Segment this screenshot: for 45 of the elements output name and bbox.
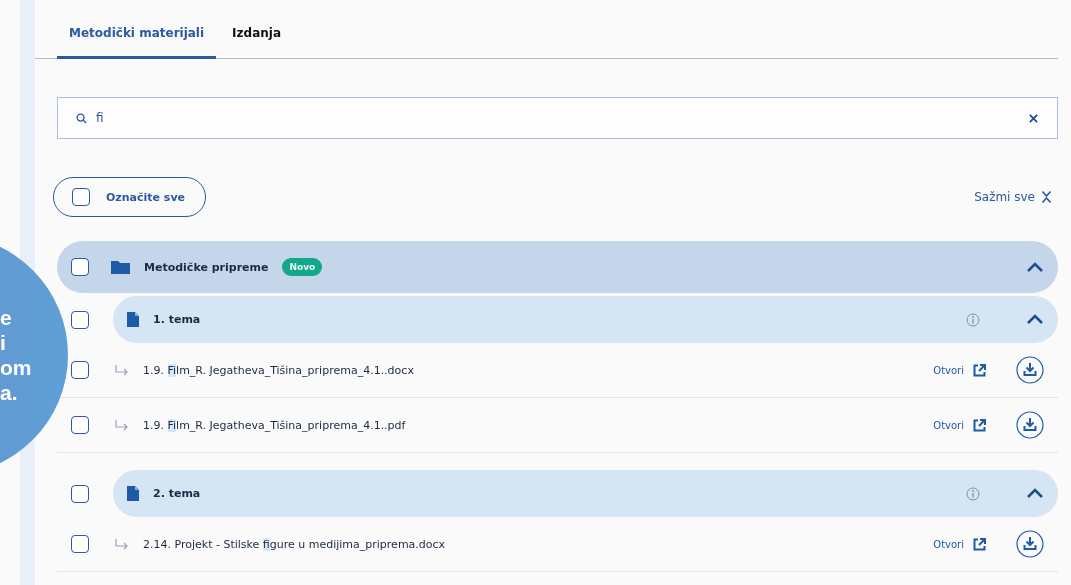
subitem-arrow-icon	[115, 419, 129, 431]
chevron-up-icon[interactable]	[1026, 314, 1044, 325]
tab[interactable]: Metodički materijali	[57, 10, 217, 59]
file-name: 1.9. Film_R. Jegatheva_Tišina_priprema_4.1..docx	[143, 363, 414, 377]
open-link[interactable]: Otvori	[927, 362, 992, 378]
open-link[interactable]: Otvori	[927, 536, 992, 552]
external-link-icon	[973, 418, 986, 432]
search-field[interactable]: fi	[57, 97, 1058, 139]
open-link[interactable]: Otvori	[927, 417, 992, 433]
checkbox[interactable]	[72, 188, 90, 206]
file-name: 2.14. Projekt - Stilske figure u medijima_priprema.docx	[143, 537, 446, 551]
collapse-all-button[interactable]: Sažmi sve	[968, 189, 1058, 205]
download-icon[interactable]	[1016, 530, 1044, 558]
topic-row[interactable]: 1. tema	[113, 296, 1058, 343]
subitem-arrow-icon	[115, 364, 129, 376]
checkbox[interactable]	[71, 484, 89, 503]
folder-icon	[111, 260, 130, 274]
checkbox[interactable]	[71, 361, 89, 379]
checkbox[interactable]	[71, 310, 89, 329]
checkbox[interactable]	[71, 258, 89, 276]
callout-text: a.	[0, 380, 18, 405]
topic-row[interactable]: 2. tema	[113, 470, 1058, 517]
topic-title: 2. tema	[153, 487, 201, 500]
download-icon[interactable]	[1016, 356, 1044, 384]
document-icon	[127, 486, 139, 501]
external-link-icon	[973, 363, 986, 377]
external-link-icon	[973, 537, 986, 551]
file-name: 1.9. Film_R. Jegatheva_Tišina_priprema_4.1..pdf	[143, 418, 406, 432]
folder-row[interactable]: Metodičke pripreme Novo	[57, 241, 1058, 293]
folder-title: Metodičke pripreme	[144, 260, 269, 274]
chevron-up-icon[interactable]	[1026, 488, 1044, 499]
checkbox[interactable]	[71, 416, 89, 434]
new-badge: Novo	[282, 258, 323, 276]
download-icon[interactable]	[1016, 411, 1044, 439]
callout-text: e	[0, 305, 12, 330]
tab[interactable]: Izdanja	[220, 10, 293, 59]
clear-icon[interactable]	[1029, 114, 1038, 123]
document-icon	[127, 312, 139, 327]
callout-text: om	[0, 355, 32, 380]
checkbox[interactable]	[71, 535, 89, 553]
collapse-icon	[1041, 190, 1052, 204]
topic-title: 1. tema	[153, 313, 201, 326]
chevron-up-icon[interactable]	[1026, 261, 1044, 273]
callout-text: i	[0, 330, 6, 355]
subitem-arrow-icon	[115, 538, 129, 550]
